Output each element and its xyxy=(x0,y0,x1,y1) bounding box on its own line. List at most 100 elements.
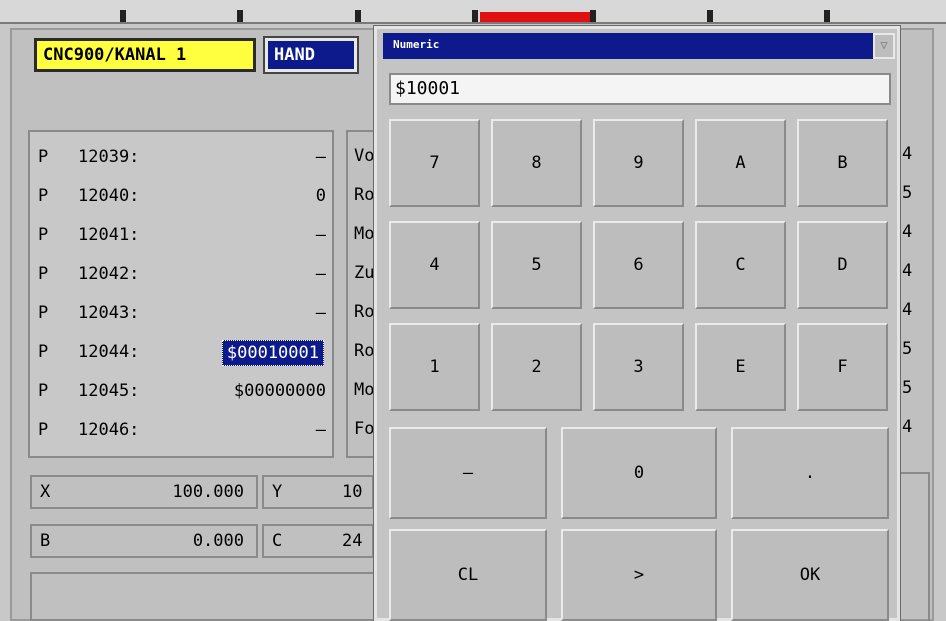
right-fragment: 4 xyxy=(902,261,913,281)
key-minus[interactable]: – xyxy=(389,427,547,519)
axis-label: Y xyxy=(272,482,283,502)
param-row-selected[interactable]: P 12044: $00010001 xyxy=(36,337,336,367)
key-9[interactable]: 9 xyxy=(593,119,684,207)
numeric-input[interactable]: $10001 xyxy=(389,73,891,105)
param-number: 12040: xyxy=(78,186,140,206)
param-value: 0 xyxy=(315,186,326,206)
param-prefix: P xyxy=(38,381,49,401)
param-value: – xyxy=(315,303,326,323)
param-row[interactable]: P 12042: – xyxy=(36,259,336,289)
axis-label: B xyxy=(40,531,51,551)
param-row[interactable]: P 12039: – xyxy=(36,142,336,172)
key-decimal-point[interactable]: . xyxy=(731,427,889,519)
right-fragment: 5 xyxy=(902,339,913,359)
description-fragment: Zu xyxy=(354,263,375,283)
key-a[interactable]: A xyxy=(695,119,786,207)
key-e[interactable]: E xyxy=(695,323,786,411)
description-fragment: Vo xyxy=(354,146,375,166)
right-fragment: 5 xyxy=(902,378,913,398)
axis-value: 24 xyxy=(342,531,363,551)
param-prefix: P xyxy=(38,225,49,245)
key-7[interactable]: 7 xyxy=(389,119,480,207)
param-row[interactable]: P 12043: – xyxy=(36,298,336,328)
description-fragment: Ro xyxy=(354,341,375,361)
status-tick xyxy=(355,10,361,22)
right-value-column: 4 5 4 4 4 5 5 4 xyxy=(900,130,930,458)
param-number: 12044: xyxy=(78,342,140,362)
description-column: Vo Ro Mo Zu Ro Ro Mo Fo xyxy=(346,130,376,458)
description-fragment: Ro xyxy=(354,302,375,322)
key-8[interactable]: 8 xyxy=(491,119,582,207)
right-fragment: 4 xyxy=(902,144,913,164)
cursor-right-button[interactable]: > xyxy=(561,529,717,621)
param-prefix: P xyxy=(38,264,49,284)
param-number: 12045: xyxy=(78,381,140,401)
param-prefix: P xyxy=(38,186,49,206)
key-2[interactable]: 2 xyxy=(491,323,582,411)
right-panel xyxy=(900,472,930,621)
alarm-indicator xyxy=(480,12,590,22)
dialog-close-icon[interactable]: ▽ xyxy=(873,33,895,59)
description-fragment: Fo xyxy=(354,419,375,439)
param-row[interactable]: P 12045: $00000000 xyxy=(36,376,336,406)
key-4[interactable]: 4 xyxy=(389,221,480,309)
status-tick xyxy=(824,10,830,22)
status-bar xyxy=(0,0,946,24)
status-tick xyxy=(120,10,126,22)
channel-label: CNC900/KANAL 1 xyxy=(34,38,256,72)
numeric-dialog: Numeric ▽ $10001 7 8 9 A B 4 5 6 C D 1 2… xyxy=(373,25,901,621)
param-value: – xyxy=(315,225,326,245)
param-value: $00000000 xyxy=(233,381,326,401)
status-tick xyxy=(590,10,596,22)
param-value: – xyxy=(315,264,326,284)
axis-y-readout: Y 10 xyxy=(262,475,374,509)
param-prefix: P xyxy=(38,303,49,323)
param-row[interactable]: P 12046: – xyxy=(36,415,336,445)
axis-x-readout: X 100.000 xyxy=(30,475,258,509)
param-prefix: P xyxy=(38,420,49,440)
key-3[interactable]: 3 xyxy=(593,323,684,411)
param-number: 12042: xyxy=(78,264,140,284)
key-f[interactable]: F xyxy=(797,323,888,411)
axis-value: 0.000 xyxy=(192,531,244,551)
description-fragment: Mo xyxy=(354,380,375,400)
param-value: – xyxy=(315,420,326,440)
key-0[interactable]: 0 xyxy=(561,427,717,519)
status-tick xyxy=(472,10,478,22)
param-prefix: P xyxy=(38,147,49,167)
key-1[interactable]: 1 xyxy=(389,323,480,411)
parameter-list: P 12039: – P 12040: 0 P 12041: – P 12042… xyxy=(28,130,334,458)
param-number: 12043: xyxy=(78,303,140,323)
status-tick xyxy=(237,10,243,22)
ok-button[interactable]: OK xyxy=(731,529,889,621)
key-6[interactable]: 6 xyxy=(593,221,684,309)
key-d[interactable]: D xyxy=(797,221,888,309)
status-tick xyxy=(707,10,713,22)
right-fragment: 4 xyxy=(902,300,913,320)
key-5[interactable]: 5 xyxy=(491,221,582,309)
param-number: 12039: xyxy=(78,147,140,167)
param-number: 12046: xyxy=(78,420,140,440)
key-b[interactable]: B xyxy=(797,119,888,207)
axis-label: C xyxy=(272,531,283,551)
clear-button[interactable]: CL xyxy=(389,529,547,621)
dialog-title: Numeric xyxy=(383,33,873,59)
axis-c-readout: C 24 xyxy=(262,524,374,558)
param-number: 12041: xyxy=(78,225,140,245)
description-fragment: Mo xyxy=(354,224,375,244)
param-value-selected[interactable]: $00010001 xyxy=(221,340,324,366)
param-row[interactable]: P 12041: – xyxy=(36,220,336,250)
right-fragment: 4 xyxy=(902,222,913,242)
description-fragment: Ro xyxy=(354,185,375,205)
right-fragment: 5 xyxy=(902,183,913,203)
param-prefix: P xyxy=(38,342,49,362)
param-value: – xyxy=(315,147,326,167)
key-c[interactable]: C xyxy=(695,221,786,309)
axis-value: 10 xyxy=(342,482,363,502)
mode-indicator: HAND xyxy=(263,36,359,74)
message-panel xyxy=(30,572,375,621)
param-row[interactable]: P 12040: 0 xyxy=(36,181,336,211)
axis-b-readout: B 0.000 xyxy=(30,524,258,558)
axis-label: X xyxy=(40,482,51,502)
right-fragment: 4 xyxy=(902,417,913,437)
